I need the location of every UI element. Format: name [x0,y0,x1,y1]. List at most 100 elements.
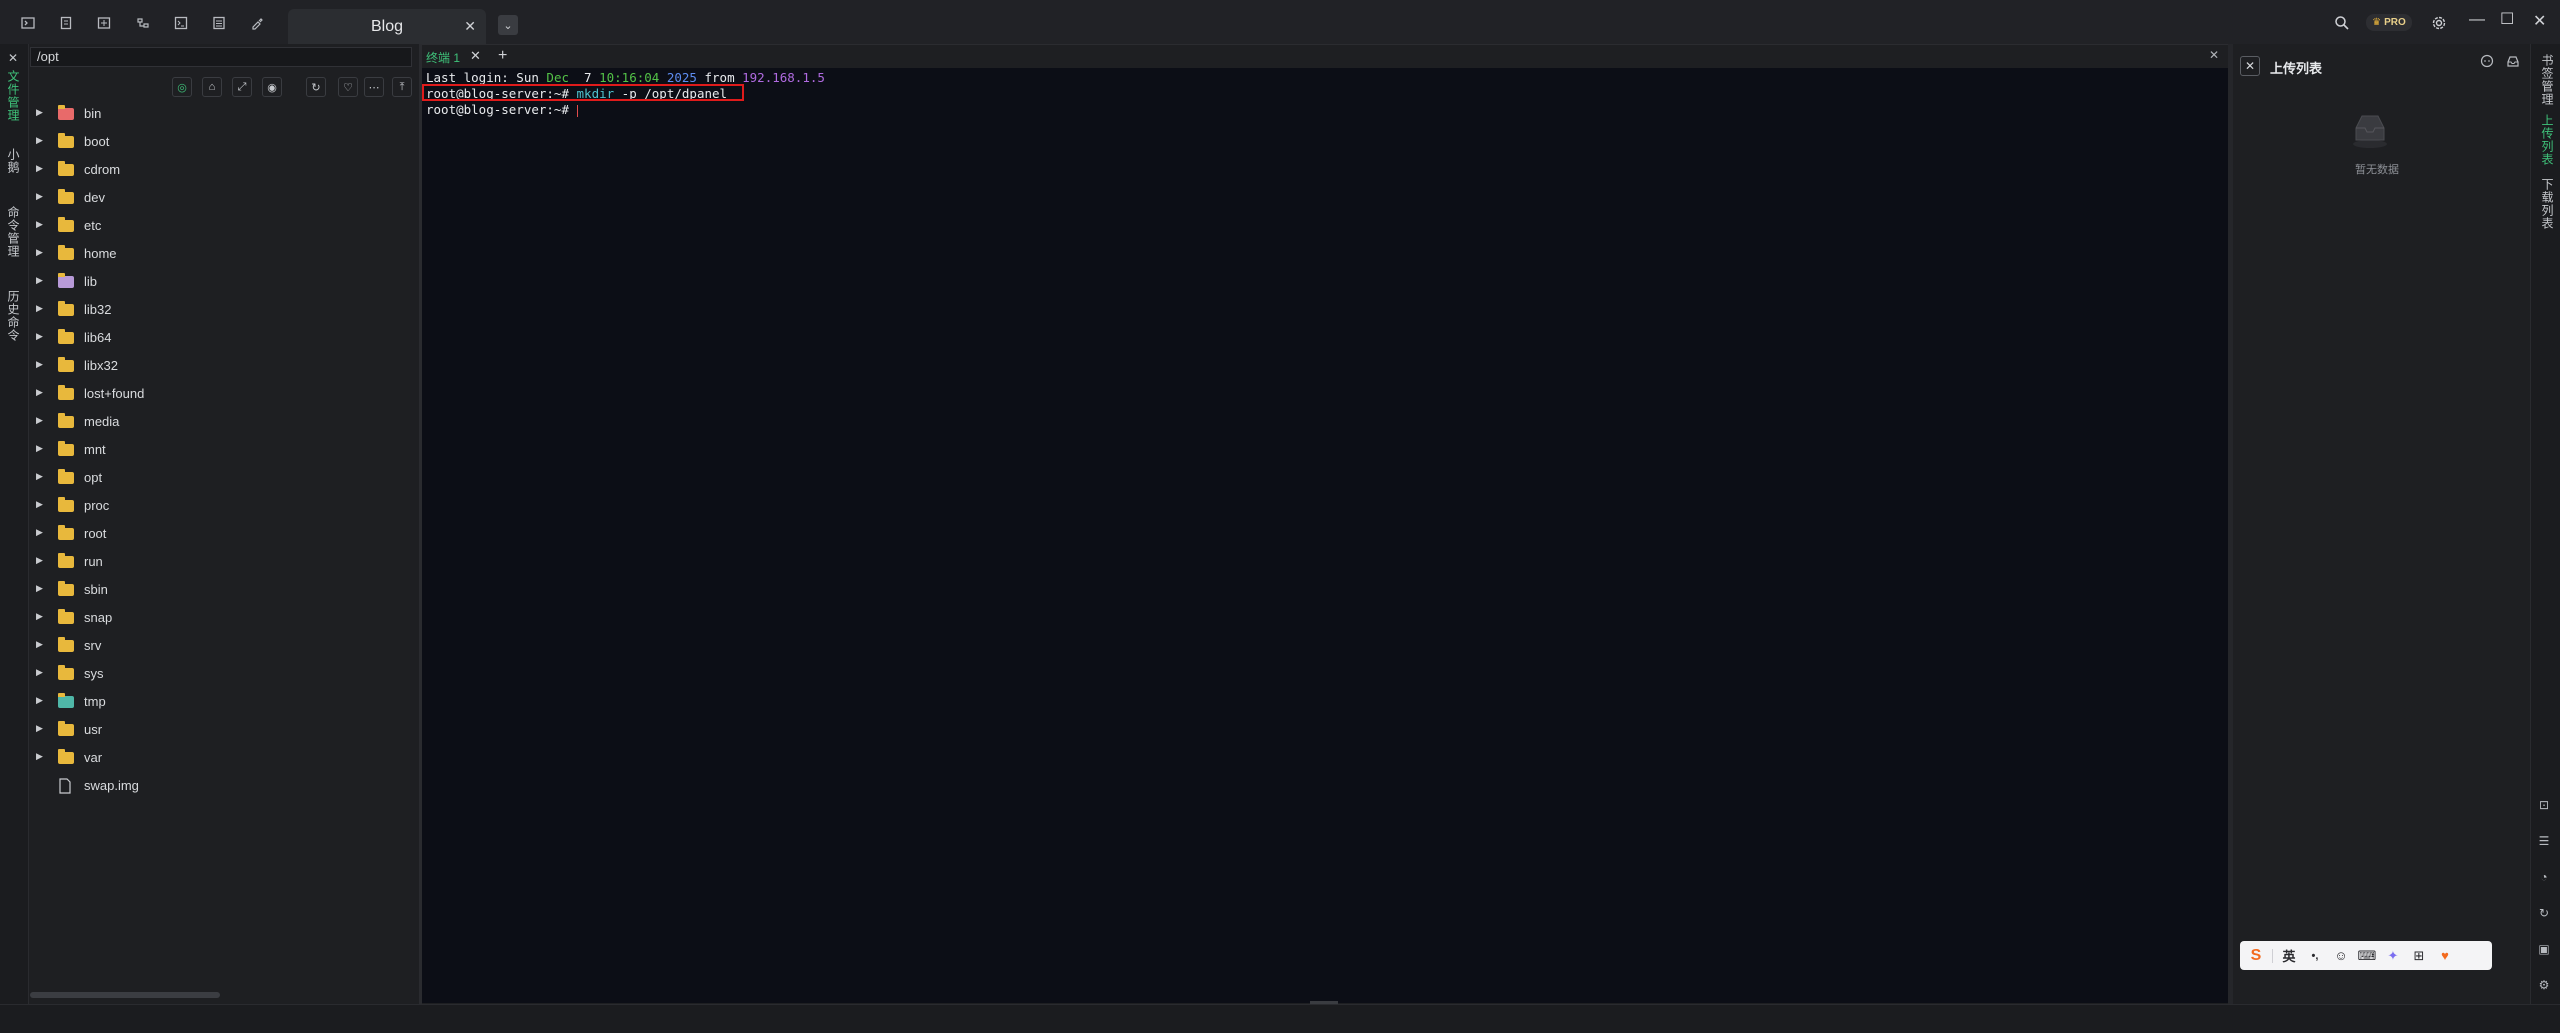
eye-icon[interactable]: ◉ [262,77,282,97]
expand-arrow-icon[interactable]: ▶ [36,611,43,622]
expand-arrow-icon[interactable]: ▶ [36,639,43,650]
expand-arrow-icon[interactable]: ▶ [36,331,43,342]
expand-arrow-icon[interactable]: ▶ [36,135,43,146]
refresh-icon[interactable]: ↻ [306,77,326,97]
locate-icon[interactable]: ◎ [172,77,192,97]
tree-row-sys[interactable]: ▶ sys [30,661,415,687]
search-icon[interactable] [2333,14,2351,32]
tree-row-dev[interactable]: ▶ dev [30,185,415,211]
tree-row-lib64[interactable]: ▶ lib64 [30,325,415,351]
expand-arrow-icon[interactable]: ▶ [36,667,43,678]
expand-arrow-icon[interactable]: ▶ [36,275,43,286]
dashboard-icon[interactable]: ◔ [2535,868,2553,886]
expand-arrow-icon[interactable]: ▶ [36,107,43,118]
terminal-icon[interactable]: ⊡ [2535,796,2553,814]
tree-row-var[interactable]: ▶ var [30,745,415,771]
minimize-icon[interactable]: — [2469,11,2485,29]
tree-row-home[interactable]: ▶ home [30,241,415,267]
expand-arrow-icon[interactable]: ▶ [36,751,43,762]
toolbox-icon[interactable]: ⊞ [2409,946,2429,966]
expand-arrow-icon[interactable]: ▶ [36,415,43,426]
network-icon[interactable] [134,14,152,32]
expand-arrow-icon[interactable]: ▶ [36,191,43,202]
rail-tab-uploads[interactable]: 上传列表 [2539,114,2556,166]
maximize-icon[interactable]: ☐ [2500,9,2514,29]
settings-icon[interactable] [2430,14,2448,32]
tree-row-proc[interactable]: ▶ proc [30,493,415,519]
upload-icon[interactable]: ⤒ [392,77,412,97]
expand-arrow-icon[interactable]: ▶ [36,387,43,398]
keyboard-icon[interactable]: ⌨ [2357,946,2377,966]
brush-icon[interactable] [248,14,266,32]
close-tab-icon[interactable]: ✕ [464,18,476,35]
tree-row-libx32[interactable]: ▶ libx32 [30,353,415,379]
emoji-icon[interactable]: ☺ [2331,946,2351,966]
tree-row-srv[interactable]: ▶ srv [30,633,415,659]
rail-tab-history[interactable]: 历史命令 [5,290,22,342]
close-upload-panel-icon[interactable]: ✕ [2240,56,2260,76]
tree-row-bin[interactable]: ▶ bin [30,101,415,127]
tree-row-opt[interactable]: ▶ opt [30,465,415,491]
expand-arrow-icon[interactable]: ▶ [36,303,43,314]
tree-row-lost-found[interactable]: ▶ lost+found [30,381,415,407]
tree-row-lib32[interactable]: ▶ lib32 [30,297,415,323]
expand-arrow-icon[interactable]: ▶ [36,527,43,538]
home-icon[interactable]: ⌂ [202,77,222,97]
list-icon[interactable] [210,14,228,32]
tree-row-lib[interactable]: ▶ lib [30,269,415,295]
heart-icon[interactable]: ♡ [338,77,358,97]
skin-icon[interactable]: ✦ [2383,946,2403,966]
tree-row-etc[interactable]: ▶ etc [30,213,415,239]
rail-tab-downloads[interactable]: 下载列表 [2539,178,2556,230]
code-icon[interactable] [172,14,190,32]
file-icon[interactable] [57,14,75,32]
expand-arrow-icon[interactable]: ▶ [36,247,43,258]
tree-row-mnt[interactable]: ▶ mnt [30,437,415,463]
chevron-down-icon[interactable]: ⌄ [498,15,518,35]
tree-row-run[interactable]: ▶ run [30,549,415,575]
expand-arrow-icon[interactable]: ▶ [36,219,43,230]
tree-row-usr[interactable]: ▶ usr [30,717,415,743]
session-tab-blog[interactable]: Blog ✕ [288,9,486,44]
rail-tab-bookmarks[interactable]: 书签管理 [2539,54,2556,106]
list-icon[interactable]: ☰ [2535,832,2553,850]
sync-icon[interactable]: ↻ [2535,904,2553,922]
tree-row-tmp[interactable]: ▶ tmp [30,689,415,715]
tree-row-snap[interactable]: ▶ snap [30,605,415,631]
close-terminal-tab-icon[interactable]: ✕ [470,48,481,64]
path-input[interactable]: /opt [30,47,412,67]
expand-arrow-icon[interactable]: ▶ [36,695,43,706]
settings-icon[interactable]: ⚙ [2535,976,2553,994]
sogou-logo-icon[interactable]: S [2246,946,2266,966]
ime-lang-toggle[interactable]: 英 [2279,946,2299,966]
terminal-icon[interactable] [19,14,37,32]
inbox-icon[interactable] [2506,54,2520,68]
terminal-output[interactable]: Last login: Sun Dec 7 10:16:04 2025 from… [422,68,2228,1003]
rail-tab-goose[interactable]: 小鹅 [5,148,22,174]
terminal-tab-1[interactable]: 终端 1 [426,49,460,66]
expand-arrow-icon[interactable]: ▶ [36,555,43,566]
add-terminal-icon[interactable]: + [498,47,507,65]
close-icon[interactable]: ✕ [2533,11,2546,31]
rail-tab-commands[interactable]: 命令管理 [5,206,22,258]
tree-row-cdrom[interactable]: ▶ cdrom [30,157,415,183]
rail-tab-files[interactable]: 文件管理 [5,70,22,122]
tree-row-swap-img[interactable]: swap.img [30,773,415,799]
expand-arrow-icon[interactable]: ▶ [36,443,43,454]
more-icon[interactable]: ⋯ [364,77,384,97]
clear-history-icon[interactable] [2480,54,2494,68]
tree-row-sbin[interactable]: ▶ sbin [30,577,415,603]
tree-row-root[interactable]: ▶ root [30,521,415,547]
save-icon[interactable]: ▣ [2535,940,2553,958]
ime-toolbar[interactable]: S 英 •, ☺ ⌨ ✦ ⊞ ♥ [2240,941,2492,970]
expand-arrow-icon[interactable]: ▶ [36,359,43,370]
close-panel-icon[interactable]: ✕ [2209,48,2219,62]
file-panel-scrollbar[interactable] [30,992,220,998]
expand-arrow-icon[interactable]: ▶ [36,723,43,734]
ime-punct-toggle[interactable]: •, [2305,946,2325,966]
tree-row-media[interactable]: ▶ media [30,409,415,435]
collapse-panel-icon[interactable]: ✕ [8,51,18,65]
expand-arrow-icon[interactable]: ▶ [36,499,43,510]
expand-arrow-icon[interactable]: ▶ [36,583,43,594]
link-icon[interactable]: ⤢ [232,77,252,97]
